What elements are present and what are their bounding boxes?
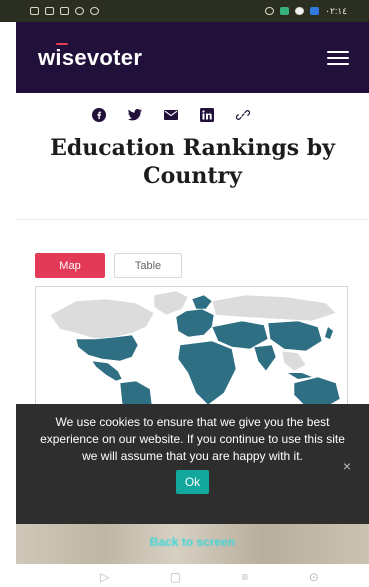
whatsapp-icon bbox=[265, 7, 275, 15]
tab-map[interactable]: Map bbox=[35, 253, 105, 278]
logo-accent bbox=[56, 42, 68, 45]
wifi-icon bbox=[45, 7, 54, 15]
close-icon[interactable]: × bbox=[343, 458, 351, 474]
status-left-icons bbox=[30, 7, 99, 15]
link-icon[interactable] bbox=[236, 108, 250, 122]
site-header: wisevoter bbox=[16, 22, 369, 93]
app-icon bbox=[280, 7, 290, 15]
logo-text: wisevoter bbox=[38, 44, 143, 70]
back-to-screen-link[interactable]: Back to screen bbox=[16, 535, 369, 549]
system-nav-bar: ▷ ▢ ≡ ⊙ bbox=[0, 567, 369, 587]
cookie-banner: We use cookies to ensure that we give yo… bbox=[16, 404, 369, 524]
notification-icon bbox=[90, 7, 99, 15]
alarm-icon bbox=[75, 7, 84, 15]
nav-back-icon[interactable]: ▷ bbox=[100, 570, 109, 584]
background-image: Back to screen bbox=[16, 524, 369, 564]
nav-recents-icon[interactable]: ≡ bbox=[241, 570, 248, 584]
page-title: Education Rankings by Country bbox=[16, 134, 369, 190]
page-title-line-1: Education Rankings by bbox=[50, 135, 335, 161]
cookie-message: We use cookies to ensure that we give yo… bbox=[40, 415, 345, 463]
signal-icon bbox=[30, 7, 39, 15]
nav-assistant-icon[interactable]: ⊙ bbox=[309, 570, 319, 584]
email-icon[interactable] bbox=[164, 108, 178, 122]
facebook-notif-icon bbox=[295, 7, 305, 15]
world-map[interactable] bbox=[35, 286, 348, 416]
facebook-icon[interactable] bbox=[92, 108, 106, 122]
linkedin-icon[interactable] bbox=[200, 108, 214, 122]
section-divider bbox=[16, 219, 369, 220]
nav-home-icon[interactable]: ▢ bbox=[170, 570, 181, 584]
tab-table[interactable]: Table bbox=[114, 253, 182, 278]
page-title-line-2: Country bbox=[143, 163, 242, 189]
status-bar: ٠٢:١٤ bbox=[0, 0, 369, 22]
status-time: ٠٢:١٤ bbox=[325, 5, 347, 16]
status-right-icons: ٠٢:١٤ bbox=[265, 6, 347, 17]
data-icon bbox=[60, 7, 69, 15]
cookie-ok-button[interactable]: Ok bbox=[175, 470, 210, 494]
site-logo[interactable]: wisevoter bbox=[38, 42, 143, 71]
telegram-icon bbox=[310, 7, 320, 15]
world-map-graphic bbox=[49, 290, 346, 415]
hamburger-menu-icon[interactable] bbox=[327, 50, 349, 65]
share-bar bbox=[92, 108, 250, 122]
twitter-icon[interactable] bbox=[128, 108, 142, 122]
